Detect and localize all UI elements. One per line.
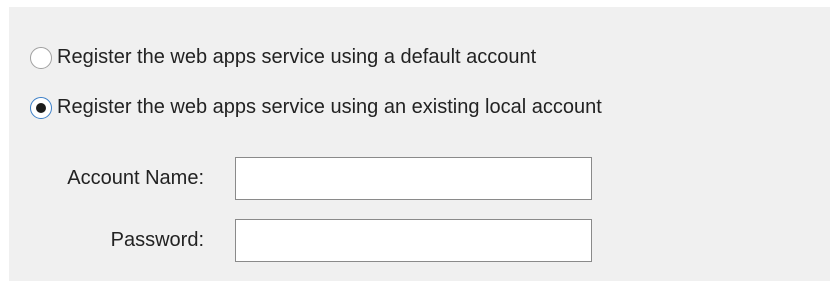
password-input[interactable] <box>235 219 592 262</box>
default-account-radio[interactable] <box>30 46 52 69</box>
local-account-option[interactable]: Register the web apps service using an e… <box>30 96 602 119</box>
local-account-option-label: Register the web apps service using an e… <box>57 96 602 118</box>
account-name-label: Account Name: <box>67 167 204 189</box>
account-name-input[interactable] <box>235 157 592 200</box>
default-account-option-label: Register the web apps service using a de… <box>57 46 537 68</box>
radio-selected-dot <box>36 102 46 113</box>
default-account-option[interactable]: Register the web apps service using a de… <box>30 46 536 69</box>
password-label: Password: <box>110 229 204 251</box>
local-account-radio[interactable] <box>30 96 52 119</box>
